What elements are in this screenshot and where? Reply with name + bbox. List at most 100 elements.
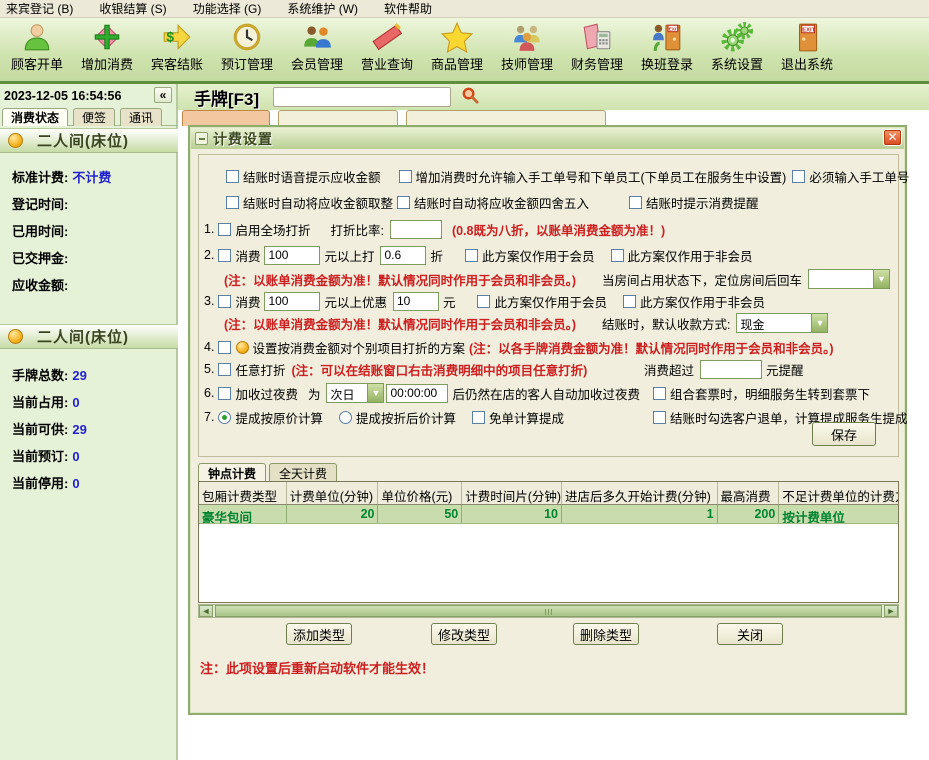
datetime-text: 2023-12-05 16:54:56 [0, 89, 121, 103]
toolbar-customer-open-bill-button[interactable]: 顾客开单 [2, 20, 72, 80]
search-icon[interactable] [461, 86, 480, 108]
checkbox-discount-over-amount[interactable] [218, 249, 231, 262]
scrollbar-thumb[interactable] [215, 605, 882, 617]
discount-rate-input[interactable] [390, 220, 442, 239]
chevron-down-icon[interactable]: ▼ [811, 314, 827, 332]
checkbox-consume-remind[interactable] [629, 196, 642, 209]
option-label: 加收过夜费 [235, 384, 298, 403]
background-tab[interactable] [406, 110, 606, 126]
menu-item-maintenance[interactable]: 系统维护 (W) [287, 0, 358, 17]
toolbar-goods-management-button[interactable]: 商品管理 [422, 20, 492, 80]
radio-commission-original-price[interactable] [218, 411, 231, 424]
checkbox-free-discount[interactable] [218, 363, 231, 376]
edit-type-button[interactable]: 修改类型 [431, 623, 497, 645]
row-label: 标准计费: [12, 170, 68, 185]
option-label: 结账时，默认收款方式: [602, 314, 730, 333]
toolbar-button-label: 商品管理 [431, 54, 483, 73]
option-label: 元以上打 [324, 246, 374, 265]
checkbox-member-only-2[interactable] [477, 295, 490, 308]
checkbox-nonmember-only[interactable] [611, 249, 624, 262]
tab-allday-billing[interactable]: 全天计费 [269, 463, 337, 481]
chevron-down-icon[interactable]: ▼ [367, 384, 383, 402]
sidebar-row: 当前占用:0 [12, 392, 80, 411]
cell-time-slice: 10 [462, 505, 562, 523]
sidebar-tab-messages[interactable]: 通讯 [120, 108, 162, 126]
toolbar-shift-login-button[interactable]: EXIT 换班登录 [632, 20, 702, 80]
checkbox-must-manual-no[interactable] [792, 170, 805, 183]
shift-login-icon: EXIT [651, 21, 683, 53]
checkbox-voice-prompt[interactable] [226, 170, 239, 183]
toolbar-add-consumption-button[interactable]: 增加消费 [72, 20, 142, 80]
sidebar-tab-consume-status[interactable]: 消费状态 [2, 108, 68, 126]
background-tab[interactable] [182, 110, 270, 126]
checkbox-rebate-over-amount[interactable] [218, 295, 231, 308]
menu-item-functions[interactable]: 功能选择 (G) [193, 0, 262, 17]
toolbar-exit-system-button[interactable]: EXIT 退出系统 [772, 20, 842, 80]
amount-threshold-input[interactable] [264, 246, 320, 265]
cell-unit-minutes: 20 [287, 505, 379, 523]
toolbar-member-management-button[interactable]: 会员管理 [282, 20, 352, 80]
toolbar-button-label: 换班登录 [641, 54, 693, 73]
table-row[interactable]: 豪华包间 20 50 10 1 200 按计费单位 [199, 505, 898, 524]
handcard-label: 手牌[F3] [194, 85, 259, 110]
sidebar-tab-notes[interactable]: 便签 [73, 108, 115, 126]
sidebar-row: 应收金额: [12, 275, 72, 294]
checkbox-free-bill-commission[interactable] [472, 411, 485, 424]
row-label: 登记时间: [12, 197, 68, 212]
room-enter-combo[interactable]: ▼ [808, 269, 890, 289]
over-consume-input[interactable] [700, 360, 762, 379]
menu-item-help[interactable]: 软件帮助 [384, 0, 432, 17]
cell-room-type: 豪华包间 [199, 505, 287, 523]
toolbar-button-label: 财务管理 [571, 54, 623, 73]
handcard-search-input[interactable] [273, 87, 451, 107]
toolbar-business-query-button[interactable]: 营业查询 [352, 20, 422, 80]
checkbox-combo-ticket[interactable] [653, 387, 666, 400]
overnight-day-combo[interactable]: 次日 ▼ [326, 383, 384, 403]
sidebar-collapse-button[interactable]: « [154, 87, 172, 103]
overnight-time-input[interactable] [386, 384, 448, 403]
checkbox-overnight-fee[interactable] [218, 387, 231, 400]
background-tab[interactable] [278, 110, 398, 126]
scroll-left-icon[interactable]: ◄ [199, 605, 213, 617]
row-value: 不计费 [72, 170, 111, 185]
amount-threshold-input-2[interactable] [264, 292, 320, 311]
save-button[interactable]: 保存 [812, 422, 876, 446]
checkbox-manual-bill-no[interactable] [399, 170, 412, 183]
orange-ball-icon [8, 329, 23, 344]
row-value: 0 [72, 395, 79, 410]
radio-commission-discounted-price[interactable] [339, 411, 352, 424]
discount-value-input[interactable] [380, 246, 426, 265]
checkbox-round-half[interactable] [397, 196, 410, 209]
toolbar-technician-management-button[interactable]: 技师管理 [492, 20, 562, 80]
scroll-right-icon[interactable]: ► [884, 605, 898, 617]
delete-type-button[interactable]: 删除类型 [573, 623, 639, 645]
dialog-system-icon [195, 132, 208, 145]
toolbar-guest-checkout-button[interactable]: $ 宾客结账 [142, 20, 212, 80]
add-type-button[interactable]: 添加类型 [286, 623, 352, 645]
close-icon[interactable]: ✕ [883, 129, 902, 146]
rebate-value-input[interactable] [393, 292, 439, 311]
toolbar-finance-management-button[interactable]: 财务管理 [562, 20, 632, 80]
table-header-row: 包厢计费类型 计费单位(分钟) 单位价格(元) 计费时间片(分钟) 进店后多久开… [199, 482, 898, 505]
checkbox-nonmember-only-2[interactable] [623, 295, 636, 308]
close-button[interactable]: 关闭 [717, 623, 783, 645]
menu-item-guest-register[interactable]: 来宾登记 (B) [6, 0, 73, 17]
option-row-b: 结账时自动将应收金额取整 结账时自动将应收金额四舍五入 结账时提示消费提醒 [224, 193, 759, 211]
row-label: 当前预订: [12, 449, 68, 464]
reservation-icon [231, 21, 263, 53]
checkbox-item-discount-plan[interactable] [218, 341, 231, 354]
checkbox-round-amount[interactable] [226, 196, 239, 209]
menu-item-cashier[interactable]: 收银结算 (S) [99, 0, 166, 17]
checkbox-refund-commission[interactable] [653, 411, 666, 424]
toolbar-reservation-button[interactable]: 预订管理 [212, 20, 282, 80]
payment-method-combo[interactable]: 现金 ▼ [736, 313, 828, 333]
chevron-down-icon[interactable]: ▼ [873, 270, 889, 288]
option-label: 结账时提示消费提醒 [646, 193, 759, 212]
option-label: 启用全场打折 [235, 220, 310, 239]
toolbar-system-settings-button[interactable]: 系统设置 [702, 20, 772, 80]
tab-hourly-billing[interactable]: 钟点计费 [198, 463, 266, 481]
checkbox-global-discount[interactable] [218, 223, 231, 236]
checkbox-member-only[interactable] [465, 249, 478, 262]
orange-ball-icon[interactable] [236, 341, 249, 354]
row-value: 29 [72, 422, 86, 437]
